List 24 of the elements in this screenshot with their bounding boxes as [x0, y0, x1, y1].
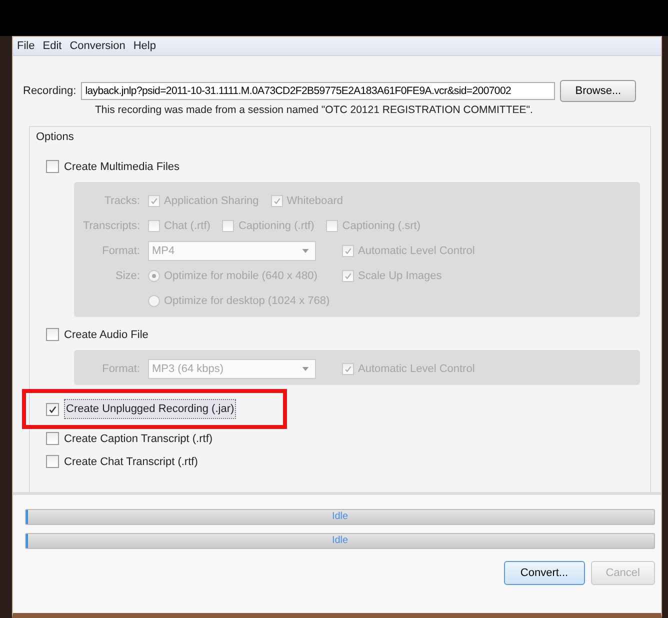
progress-status: Idle [330, 510, 350, 524]
convert-button[interactable]: Convert... [504, 561, 585, 585]
menu-item[interactable]: Help [132, 40, 157, 52]
option-label[interactable]: Create Audio File [64, 328, 148, 340]
checkbox[interactable] [46, 455, 59, 468]
menu-item[interactable]: Edit [42, 40, 63, 52]
option-label[interactable]: Create Caption Transcript (.rtf) [64, 432, 213, 444]
session-note: This recording was made from a session named "OTC 20121 REGISTRATION COMMITTEE". [95, 104, 534, 116]
menu-item[interactable]: Conversion [68, 40, 126, 52]
menu-item[interactable]: File [16, 40, 36, 52]
option-label[interactable]: Create Multimedia Files [64, 160, 180, 172]
dropdown-arrow-icon [302, 366, 309, 370]
options-title: Options [36, 131, 75, 143]
option-label[interactable]: Create Unplugged Recording (.jar) [64, 399, 236, 419]
browse-button[interactable]: Browse... [560, 80, 636, 102]
recording-label: Recording: [23, 85, 76, 97]
progress-status: Idle [330, 534, 350, 548]
option-label[interactable]: Create Chat Transcript (.rtf) [64, 456, 198, 468]
checkbox[interactable] [46, 328, 59, 341]
checkbox[interactable] [46, 160, 59, 173]
checkbox[interactable] [46, 402, 59, 416]
dropdown-arrow-icon [302, 248, 309, 252]
recording-field[interactable]: layback.jnlp?psid=2011-10-31.1111.M.0A73CD2F2B59775E2A183A61F0FE9A.vcr&sid=2007002 [81, 82, 556, 100]
checkbox[interactable] [46, 432, 59, 445]
